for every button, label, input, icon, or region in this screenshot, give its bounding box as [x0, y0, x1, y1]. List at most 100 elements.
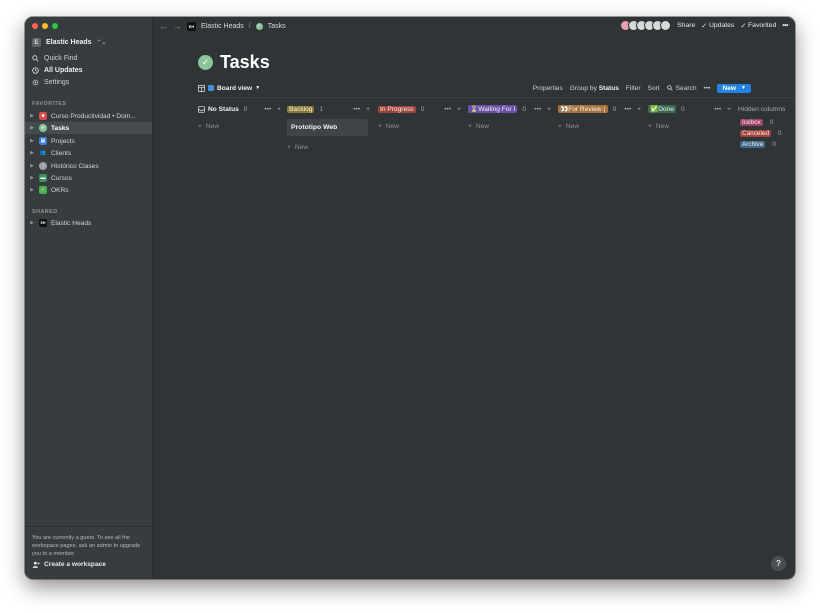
- topbar-actions: Share ✓ Updates ✓ Favorited •••: [620, 20, 788, 31]
- search-icon: [666, 85, 673, 91]
- add-card-label: New: [655, 123, 670, 130]
- sidebar-item-curso-productividad[interactable]: ▶ ■ Curso Productividad • Dom...: [25, 110, 152, 122]
- filter-button[interactable]: Filter: [626, 85, 641, 92]
- expand-triangle-icon[interactable]: ▶: [25, 187, 39, 193]
- breadcrumb-page[interactable]: Tasks: [268, 23, 286, 30]
- board-icon: [198, 84, 205, 92]
- board-card[interactable]: Prototipo Web: [287, 119, 368, 136]
- workspace-logo-icon: EH: [187, 21, 196, 31]
- sidebar-item-all-updates[interactable]: All Updates: [32, 65, 147, 76]
- more-options-icon[interactable]: •••: [714, 106, 721, 113]
- column-header[interactable]: ✅Done 0 ••• +: [648, 103, 731, 115]
- view-switcher[interactable]: Board view ▼: [198, 84, 261, 92]
- avatar-group[interactable]: [620, 20, 672, 31]
- hidden-column-icebox[interactable]: Icebox 0: [738, 119, 795, 126]
- board-column-waiting-for: ⌛Waiting For I 0 ••• + + New: [468, 103, 551, 130]
- expand-triangle-icon[interactable]: ▶: [25, 220, 39, 226]
- workspace-switcher[interactable]: E Elastic Heads ⌃⌄: [32, 38, 107, 47]
- more-options-icon[interactable]: •••: [534, 106, 541, 113]
- expand-triangle-icon[interactable]: ▶: [25, 150, 39, 156]
- help-button[interactable]: ?: [771, 556, 786, 571]
- sidebar-item-tasks[interactable]: ▶ ✓ Tasks: [25, 122, 152, 134]
- column-header[interactable]: Backlog 1 ••• +: [287, 103, 370, 115]
- forward-arrow-icon[interactable]: →: [173, 21, 182, 31]
- sidebar-item-clients[interactable]: ▶ 👥 Clients: [25, 147, 152, 159]
- updates-button[interactable]: ✓ Updates: [701, 22, 734, 30]
- sidebar-item-quick-find[interactable]: Quick Find: [32, 53, 147, 64]
- add-card-button[interactable]: + New: [198, 123, 281, 130]
- hidden-column-canceled[interactable]: Canceled 0: [738, 130, 795, 137]
- sidebar-item-okrs[interactable]: ▶ ✓ OKRs: [25, 184, 152, 196]
- add-card-button[interactable]: + New: [287, 144, 370, 151]
- create-workspace-button[interactable]: Create a workspace: [32, 561, 106, 568]
- properties-button[interactable]: Properties: [533, 85, 563, 92]
- back-arrow-icon[interactable]: ←: [159, 21, 168, 31]
- column-header[interactable]: In Progress 0 ••• +: [378, 103, 461, 115]
- expand-triangle-icon[interactable]: ▶: [25, 138, 39, 144]
- money-icon: ▬: [39, 174, 47, 182]
- group-by-button[interactable]: Group by Status: [570, 85, 619, 92]
- more-options-icon[interactable]: •••: [704, 85, 711, 92]
- close-window-button[interactable]: [32, 23, 38, 29]
- chevron-down-icon: ▼: [255, 85, 261, 91]
- expand-triangle-icon[interactable]: ▶: [25, 163, 39, 169]
- column-header[interactable]: 👀For Review ( 0 ••• +: [558, 103, 641, 115]
- new-button[interactable]: New ▼: [717, 83, 751, 93]
- sidebar-item-label: Projects: [51, 137, 75, 145]
- page-title[interactable]: Tasks: [220, 52, 270, 73]
- sidebar-item-historico-clases[interactable]: ▶ ◔ Histórico Clases: [25, 160, 152, 172]
- sidebar-item-projects[interactable]: ▶ ▦ Projects: [25, 135, 152, 147]
- sidebar-item-settings[interactable]: Settings: [32, 77, 147, 88]
- more-options-icon[interactable]: •••: [782, 22, 788, 29]
- board-column-done: ✅Done 0 ••• + + New: [648, 103, 731, 130]
- column-header[interactable]: ⌛Waiting For I 0 ••• +: [468, 103, 551, 115]
- column-count: 0: [243, 105, 248, 113]
- chevron-updown-icon: ⌃⌄: [96, 40, 107, 46]
- board-column-for-review: 👀For Review ( 0 ••• + + New: [558, 103, 641, 130]
- sidebar-item-cursos[interactable]: ▶ ▬ Cursos: [25, 172, 152, 184]
- more-options-icon[interactable]: •••: [624, 106, 631, 113]
- sort-button[interactable]: Sort: [648, 85, 660, 92]
- sidebar-item-label: Settings: [44, 79, 70, 86]
- plus-icon[interactable]: +: [277, 106, 281, 113]
- more-options-icon[interactable]: •••: [264, 106, 271, 113]
- add-card-button[interactable]: + New: [648, 123, 731, 130]
- share-button[interactable]: Share: [677, 22, 695, 29]
- add-card-button[interactable]: + New: [378, 123, 461, 130]
- breadcrumb-workspace[interactable]: Elastic Heads: [201, 23, 244, 30]
- hidden-column-archive[interactable]: Archive 0: [738, 141, 795, 148]
- board-column-no-status: No Status 0 ••• + + New: [198, 103, 281, 130]
- avatar[interactable]: [660, 20, 672, 31]
- stopwatch-icon: ◔: [39, 162, 47, 170]
- expand-triangle-icon[interactable]: ▶: [25, 125, 39, 131]
- column-header[interactable]: No Status 0 ••• +: [198, 103, 281, 115]
- add-card-button[interactable]: + New: [558, 123, 641, 130]
- page-header: ✓ Tasks: [198, 52, 270, 73]
- expand-triangle-icon[interactable]: ▶: [25, 175, 39, 181]
- hidden-column-count: 0: [772, 141, 776, 148]
- main-content: ← → EH Elastic Heads / ✓ Tasks Share ✓ U…: [152, 17, 795, 579]
- plus-icon[interactable]: +: [366, 106, 370, 113]
- more-options-icon[interactable]: •••: [353, 106, 360, 113]
- sidebar-item-elastic-heads[interactable]: ▶ EH Elastic Heads: [25, 217, 152, 229]
- card-title: Prototipo Web: [291, 124, 338, 131]
- check-circle-icon[interactable]: ✓: [198, 55, 213, 70]
- plus-icon[interactable]: +: [547, 106, 551, 113]
- plus-icon: +: [198, 123, 202, 130]
- add-card-button[interactable]: + New: [468, 123, 551, 130]
- favorited-button[interactable]: ✓ Favorited: [740, 22, 776, 30]
- plus-icon[interactable]: +: [727, 106, 731, 113]
- plus-icon[interactable]: +: [457, 106, 461, 113]
- minimize-window-button[interactable]: [42, 23, 48, 29]
- plus-icon[interactable]: +: [637, 106, 641, 113]
- add-card-label: New: [385, 123, 400, 130]
- more-options-icon[interactable]: •••: [444, 106, 451, 113]
- add-card-label: New: [565, 123, 580, 130]
- clock-icon: [32, 67, 39, 74]
- search-button[interactable]: Search: [666, 85, 697, 92]
- column-label: ⌛Waiting For I: [468, 105, 518, 113]
- expand-triangle-icon[interactable]: ▶: [25, 113, 39, 119]
- maximize-window-button[interactable]: [52, 23, 58, 29]
- app-window: E Elastic Heads ⌃⌄ Quick Find All Update…: [25, 17, 795, 579]
- chevron-down-icon[interactable]: ▼: [741, 85, 746, 91]
